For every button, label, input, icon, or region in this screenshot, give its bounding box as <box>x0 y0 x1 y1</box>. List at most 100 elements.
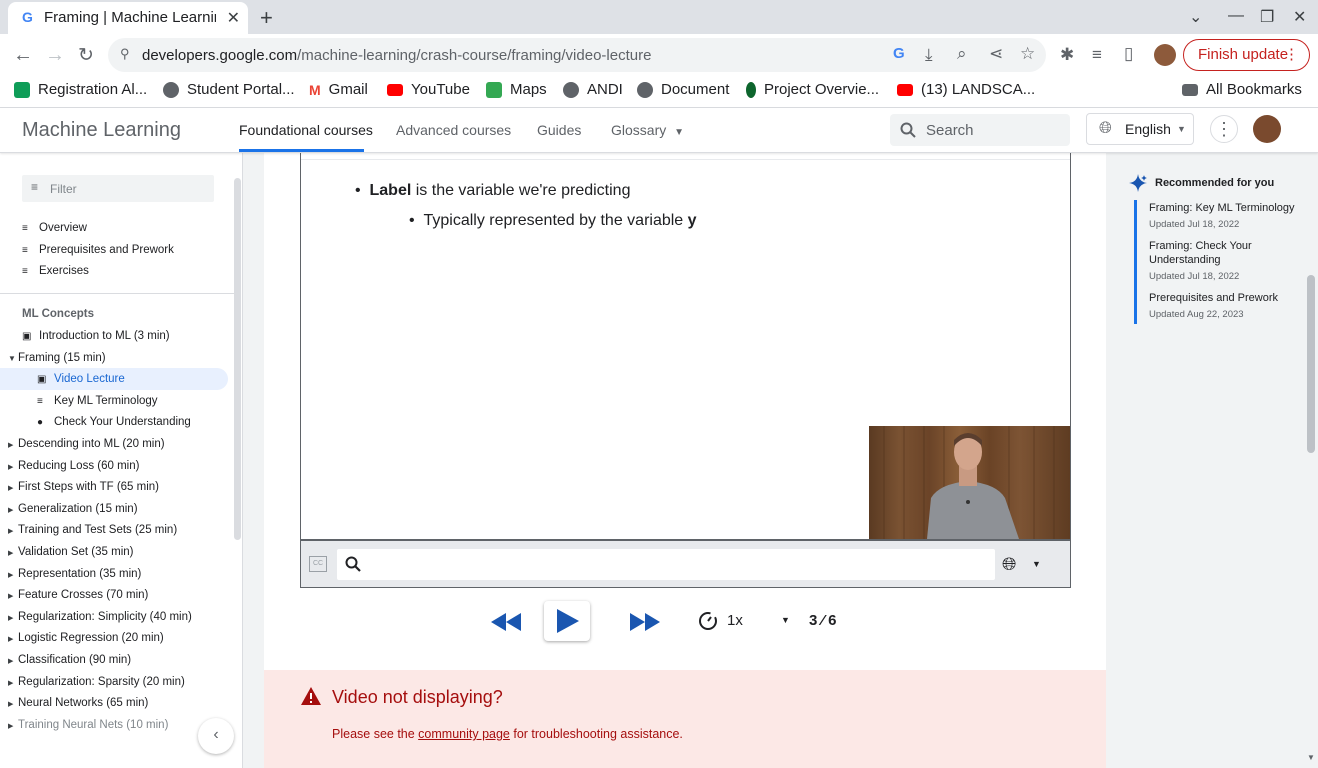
collapsed-arrow-icon: ▶ <box>8 593 14 601</box>
presenter-video[interactable] <box>869 426 1070 539</box>
scrollbar-thumb[interactable] <box>1307 275 1315 453</box>
bookmark-star-icon[interactable]: ☆ <box>1020 44 1035 64</box>
bookmark-maps[interactable]: Maps <box>486 81 547 98</box>
close-window-icon[interactable]: ✕ <box>1293 7 1306 27</box>
dropdown-arrow-icon[interactable]: ▼ <box>1032 559 1041 569</box>
filter-input[interactable]: ≡ Filter <box>22 175 214 202</box>
bookmark-document[interactable]: Document <box>637 81 729 98</box>
restore-icon[interactable]: ❐ <box>1260 7 1274 27</box>
fast-forward-icon[interactable] <box>630 613 662 631</box>
doc-icon: ≡ <box>22 245 28 256</box>
bookmark-youtube[interactable]: YouTube <box>387 81 470 98</box>
sidebar-module-item[interactable]: ▶ Validation Set (35 min) <box>8 546 133 558</box>
tab-foundational-courses[interactable]: Foundational courses <box>239 122 373 138</box>
close-tab-icon[interactable]: ✕ <box>227 8 240 28</box>
more-options-button[interactable]: ⋮ <box>1210 115 1238 143</box>
community-page-link[interactable]: community page <box>418 727 510 741</box>
sidebar-module-item[interactable]: ▶ Regularization: Sparsity (20 min) <box>8 676 185 688</box>
finish-update-button[interactable]: Finish update ⋮ <box>1183 39 1310 71</box>
sidebar-module-item[interactable]: ▶ First Steps with TF (65 min) <box>8 481 159 493</box>
sidebar-item-key-terminology[interactable]: ≡ Key ML Terminology <box>37 395 158 407</box>
language-globe-icon[interactable]: 🌐︎ <box>1002 554 1016 575</box>
slide-divider <box>301 159 1070 160</box>
sidebar-module-item[interactable]: ▶ Regularization: Simplicity (40 min) <box>8 611 192 623</box>
sidebar-scrollbar[interactable] <box>234 178 241 540</box>
sidebar-module-item[interactable]: ▶ Logistic Regression (20 min) <box>8 632 164 644</box>
recommended-date: Updated Jul 18, 2022 <box>1149 271 1240 282</box>
maps-icon <box>486 81 502 98</box>
all-bookmarks[interactable]: All Bookmarks <box>1182 81 1302 98</box>
bookmark-andi[interactable]: ANDI <box>563 81 623 98</box>
minimize-icon[interactable]: — <box>1228 7 1244 25</box>
bookmark-gmail[interactable]: M Gmail <box>309 81 368 98</box>
replay-icon[interactable] <box>698 611 718 631</box>
sidebar-module-item[interactable]: ▶ Descending into ML (20 min) <box>8 438 165 450</box>
bookmark-registration[interactable]: Registration Al... <box>14 81 147 98</box>
collapsed-arrow-icon: ▶ <box>8 528 14 536</box>
scroll-down-icon[interactable]: ▼ <box>1307 753 1315 762</box>
tab-search-icon[interactable]: ⌄ <box>1189 7 1202 27</box>
video-alert: Video not displaying? Please see the com… <box>264 670 1106 768</box>
tab-strip: G Framing | Machine Learning ✕ + ⌄ — ❐ ✕ <box>0 0 1318 34</box>
sidebar-item-framing[interactable]: ▼ Framing (15 min) <box>8 352 106 364</box>
recommended-link[interactable]: Framing: Check Your Understanding <box>1149 239 1304 267</box>
sidebar-item-overview[interactable]: ≡ Overview <box>22 222 87 234</box>
media-icon[interactable]: ≡ <box>1092 45 1102 65</box>
site-brand[interactable]: Machine Learning <box>22 119 181 142</box>
sidebar-module-item[interactable]: ▶ Neural Networks (65 min) <box>8 697 148 709</box>
bookmark-landscape[interactable]: (13) LANDSCA... <box>897 81 1035 98</box>
globe-icon <box>563 81 579 98</box>
bookmark-student-portal[interactable]: Student Portal... <box>163 81 295 98</box>
browser-tab[interactable]: G Framing | Machine Learning ✕ <box>8 2 248 34</box>
forward-icon[interactable]: → <box>45 44 65 67</box>
playback-speed[interactable]: 1x <box>727 612 743 629</box>
collapsed-arrow-icon: ▶ <box>8 722 14 730</box>
bookmark-project-overview[interactable]: Project Overvie... <box>746 81 879 98</box>
language-select[interactable]: 🌐︎ English ▼ <box>1086 113 1194 145</box>
collapse-sidebar-button[interactable]: ‹ <box>198 718 234 754</box>
sidebar-module-item[interactable]: ▶ Reducing Loss (60 min) <box>8 460 139 472</box>
tab-guides[interactable]: Guides <box>537 122 581 138</box>
warning-icon <box>301 687 321 705</box>
transcript-search-input[interactable] <box>337 549 995 580</box>
recommended-link[interactable]: Prerequisites and Prework <box>1149 291 1304 305</box>
sidebar-item-exercises[interactable]: ≡ Exercises <box>22 265 89 277</box>
collapsed-arrow-icon: ▶ <box>8 550 14 557</box>
sidebar-item-check-understanding[interactable]: ● Check Your Understanding <box>37 416 191 428</box>
sidebar-item-prerequisites[interactable]: ≡ Prerequisites and Prework <box>22 244 174 256</box>
google-lens-icon[interactable]: G <box>893 45 905 62</box>
rewind-icon[interactable] <box>491 613 523 631</box>
sidebar-item-video-lecture[interactable]: ▣ Video Lecture <box>37 373 125 385</box>
sidebar-module-item[interactable]: ▶ Training and Test Sets (25 min) <box>8 524 177 536</box>
user-avatar[interactable] <box>1253 115 1281 143</box>
play-button[interactable] <box>544 601 590 641</box>
back-icon[interactable]: ← <box>13 44 33 67</box>
collapsed-arrow-icon: ▶ <box>8 614 14 622</box>
new-tab-icon[interactable]: + <box>260 5 273 31</box>
extensions-icon[interactable]: ✱ <box>1060 45 1074 65</box>
zoom-icon[interactable]: ⌕ <box>957 44 967 64</box>
install-icon[interactable]: ⤓ <box>925 45 933 65</box>
sidebar-module-item[interactable]: ▶ Generalization (15 min) <box>8 503 138 515</box>
sidebar-module-item[interactable]: ▶ Feature Crosses (70 min) <box>8 589 148 601</box>
site-info-icon[interactable]: ⚲ <box>120 46 130 62</box>
speed-dropdown-icon[interactable]: ▼ <box>781 615 790 625</box>
closed-captions-icon[interactable]: CC <box>309 556 327 572</box>
recommended-link[interactable]: Framing: Key ML Terminology <box>1149 201 1304 215</box>
tab-advanced-courses[interactable]: Advanced courses <box>396 122 511 138</box>
sidebar-module-item[interactable]: ▶ Classification (90 min) <box>8 654 131 666</box>
sidebar-module-label: Representation (35 min) <box>18 567 142 580</box>
page-scrollbar[interactable]: ▼ <box>1304 153 1318 768</box>
search-input[interactable]: Search <box>890 114 1070 146</box>
profile-avatar[interactable] <box>1154 44 1176 66</box>
sidebar-item-intro[interactable]: ▣ Introduction to ML (3 min) <box>22 330 170 342</box>
address-bar[interactable]: ⚲ developers.google.com/machine-learning… <box>108 38 1046 72</box>
sidebar-module-item[interactable]: ▶ Representation (35 min) <box>8 568 141 580</box>
sidebar-module-item[interactable]: ▶ Training Neural Nets (10 min) <box>8 719 168 731</box>
tab-glossary[interactable]: Glossary ▼ <box>611 122 684 138</box>
sidebar-module-label: Neural Networks (65 min) <box>18 697 149 710</box>
reload-icon[interactable]: ↻ <box>78 44 94 67</box>
sidebar-module-label: Training and Test Sets (25 min) <box>18 524 178 537</box>
side-panel-icon[interactable]: ▯ <box>1124 44 1133 64</box>
share-icon[interactable]: ⋖ <box>989 44 1003 64</box>
